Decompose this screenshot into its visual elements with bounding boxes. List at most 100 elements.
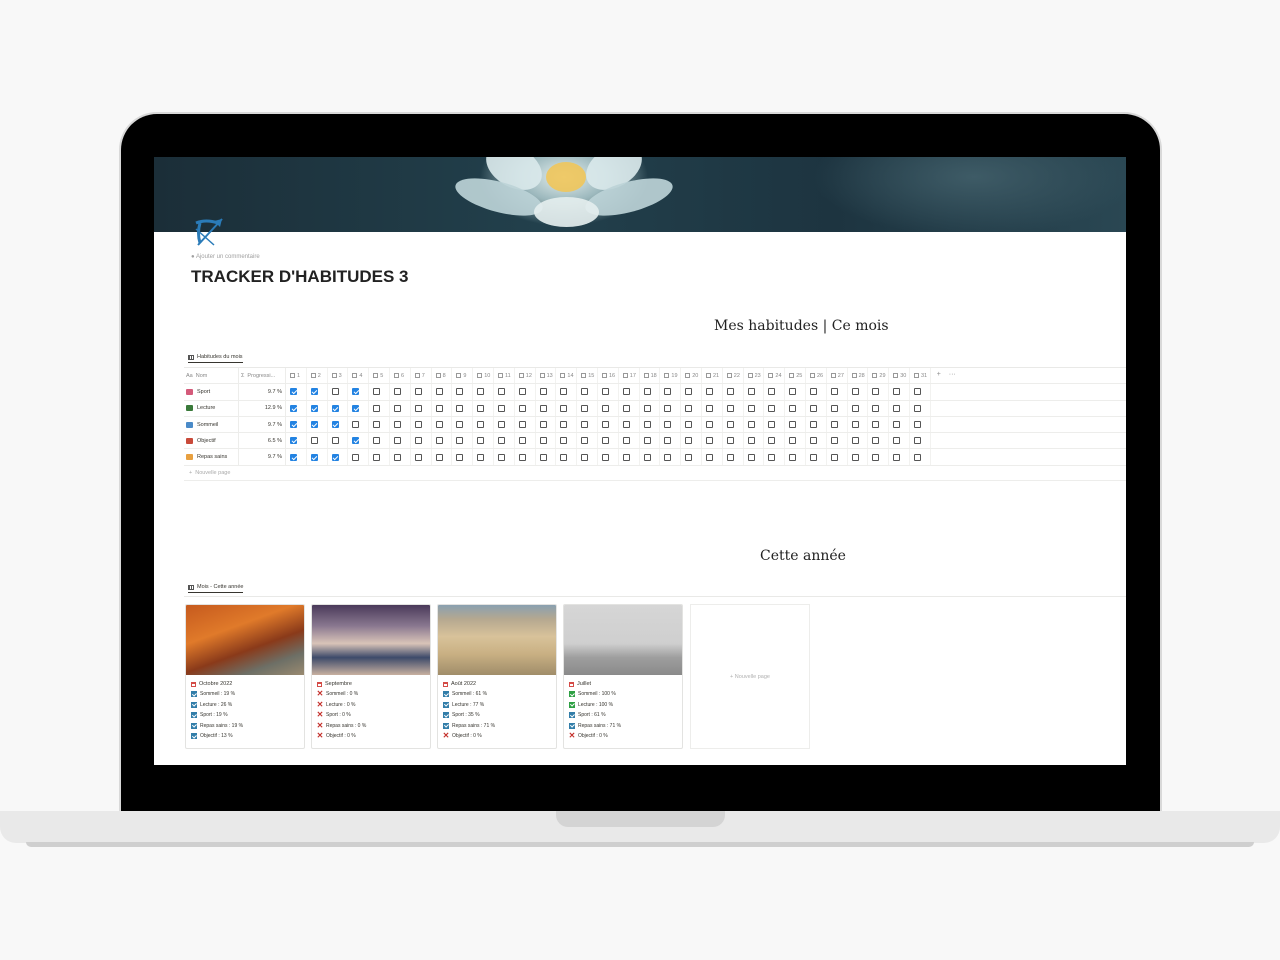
day-checkbox[interactable]: [456, 421, 464, 429]
column-header-day-11[interactable]: 11: [494, 368, 515, 384]
table-row[interactable]: Sommeil 9.7 %: [184, 416, 1126, 434]
day-checkbox[interactable]: [290, 453, 297, 461]
column-header-day-8[interactable]: 8: [432, 368, 453, 384]
day-checkbox[interactable]: [290, 437, 297, 445]
day-checkbox[interactable]: [622, 388, 630, 396]
column-header-day-15[interactable]: 15: [577, 368, 598, 384]
day-checkbox[interactable]: [768, 437, 776, 445]
day-checkbox[interactable]: [622, 421, 630, 429]
day-checkbox[interactable]: [706, 453, 713, 461]
add-comment-link[interactable]: ● Ajouter un commentaire: [191, 254, 260, 260]
day-checkbox[interactable]: [789, 388, 797, 396]
day-checkbox[interactable]: [914, 421, 921, 429]
day-checkbox[interactable]: [747, 453, 755, 461]
day-checkbox[interactable]: [685, 453, 693, 461]
cover-image[interactable]: [154, 157, 1126, 232]
day-checkbox[interactable]: [394, 437, 401, 445]
day-checkbox[interactable]: [768, 388, 776, 396]
day-checkbox[interactable]: [456, 404, 464, 412]
day-checkbox[interactable]: [914, 437, 921, 445]
day-checkbox[interactable]: [810, 421, 817, 429]
day-checkbox[interactable]: [477, 421, 485, 429]
day-checkbox[interactable]: [810, 404, 817, 412]
day-checkbox[interactable]: [477, 404, 485, 412]
column-header-day-22[interactable]: 22: [723, 368, 744, 384]
habit-name-cell[interactable]: Sport: [186, 384, 239, 400]
column-header-name[interactable]: Aa Nom: [186, 368, 239, 384]
day-checkbox[interactable]: [560, 453, 568, 461]
day-checkbox[interactable]: [352, 404, 360, 412]
day-checkbox[interactable]: [602, 421, 609, 429]
column-header-day-6[interactable]: 6: [390, 368, 411, 384]
day-checkbox[interactable]: [872, 388, 880, 396]
day-checkbox[interactable]: [706, 388, 713, 396]
day-checkbox[interactable]: [893, 453, 901, 461]
column-header-day-5[interactable]: 5: [369, 368, 390, 384]
day-checkbox[interactable]: [539, 453, 547, 461]
day-checkbox[interactable]: [643, 388, 651, 396]
day-checkbox[interactable]: [872, 453, 880, 461]
column-header-day-10[interactable]: 10: [473, 368, 494, 384]
day-checkbox[interactable]: [560, 404, 568, 412]
column-header-day-9[interactable]: 9: [452, 368, 474, 384]
day-checkbox[interactable]: [331, 404, 339, 412]
day-checkbox[interactable]: [394, 453, 401, 461]
day-checkbox[interactable]: [414, 437, 422, 445]
day-checkbox[interactable]: [581, 421, 589, 429]
bow-arrow-icon[interactable]: [192, 215, 226, 249]
day-checkbox[interactable]: [394, 421, 401, 429]
day-checkbox[interactable]: [310, 404, 318, 412]
month-card[interactable]: Juillet Sommeil : 100 % Lecture : 100 % Spo…: [563, 604, 683, 749]
table-row[interactable]: Objectif 6.5 %: [184, 433, 1126, 450]
day-checkbox[interactable]: [664, 453, 672, 461]
day-checkbox[interactable]: [622, 453, 630, 461]
day-checkbox[interactable]: [373, 388, 381, 396]
day-checkbox[interactable]: [435, 421, 443, 429]
day-checkbox[interactable]: [331, 388, 339, 396]
column-header-progress[interactable]: Σ Progressi...: [238, 368, 286, 384]
column-header-day-21[interactable]: 21: [702, 368, 723, 384]
column-header-day-31[interactable]: 31: [910, 368, 931, 384]
column-header-day-20[interactable]: 20: [681, 368, 702, 384]
tab-habits-of-month[interactable]: Habitudes du mois: [188, 354, 243, 363]
day-checkbox[interactable]: [810, 453, 817, 461]
day-checkbox[interactable]: [394, 388, 401, 396]
day-checkbox[interactable]: [768, 453, 776, 461]
day-checkbox[interactable]: [394, 404, 401, 412]
day-checkbox[interactable]: [581, 404, 589, 412]
day-checkbox[interactable]: [872, 404, 880, 412]
day-checkbox[interactable]: [518, 421, 526, 429]
day-checkbox[interactable]: [643, 453, 651, 461]
day-checkbox[interactable]: [602, 453, 609, 461]
column-header-day-26[interactable]: 26: [806, 368, 827, 384]
day-checkbox[interactable]: [685, 388, 693, 396]
month-card[interactable]: Août 2022 Sommeil : 61 % Lecture : 77 % Spo…: [437, 604, 557, 749]
column-header-day-18[interactable]: 18: [640, 368, 661, 384]
day-checkbox[interactable]: [622, 437, 630, 445]
day-checkbox[interactable]: [539, 421, 547, 429]
day-checkbox[interactable]: [706, 437, 713, 445]
day-checkbox[interactable]: [726, 421, 734, 429]
day-checkbox[interactable]: [726, 404, 734, 412]
day-checkbox[interactable]: [747, 388, 755, 396]
column-header-day-27[interactable]: 27: [827, 368, 848, 384]
day-checkbox[interactable]: [664, 421, 672, 429]
day-checkbox[interactable]: [747, 421, 755, 429]
day-checkbox[interactable]: [539, 404, 547, 412]
day-checkbox[interactable]: [498, 453, 505, 461]
column-header-day-13[interactable]: 13: [536, 368, 557, 384]
day-checkbox[interactable]: [685, 437, 693, 445]
day-checkbox[interactable]: [830, 437, 838, 445]
day-checkbox[interactable]: [581, 453, 589, 461]
day-checkbox[interactable]: [456, 453, 464, 461]
day-checkbox[interactable]: [518, 404, 526, 412]
column-header-day-29[interactable]: 29: [868, 368, 890, 384]
day-checkbox[interactable]: [643, 404, 651, 412]
habit-name-cell[interactable]: Objectif: [186, 433, 239, 449]
day-checkbox[interactable]: [290, 404, 297, 412]
column-header-day-24[interactable]: 24: [764, 368, 786, 384]
column-header-day-2[interactable]: 2: [307, 368, 328, 384]
day-checkbox[interactable]: [830, 388, 838, 396]
day-checkbox[interactable]: [435, 388, 443, 396]
column-header-day-17[interactable]: 17: [619, 368, 640, 384]
